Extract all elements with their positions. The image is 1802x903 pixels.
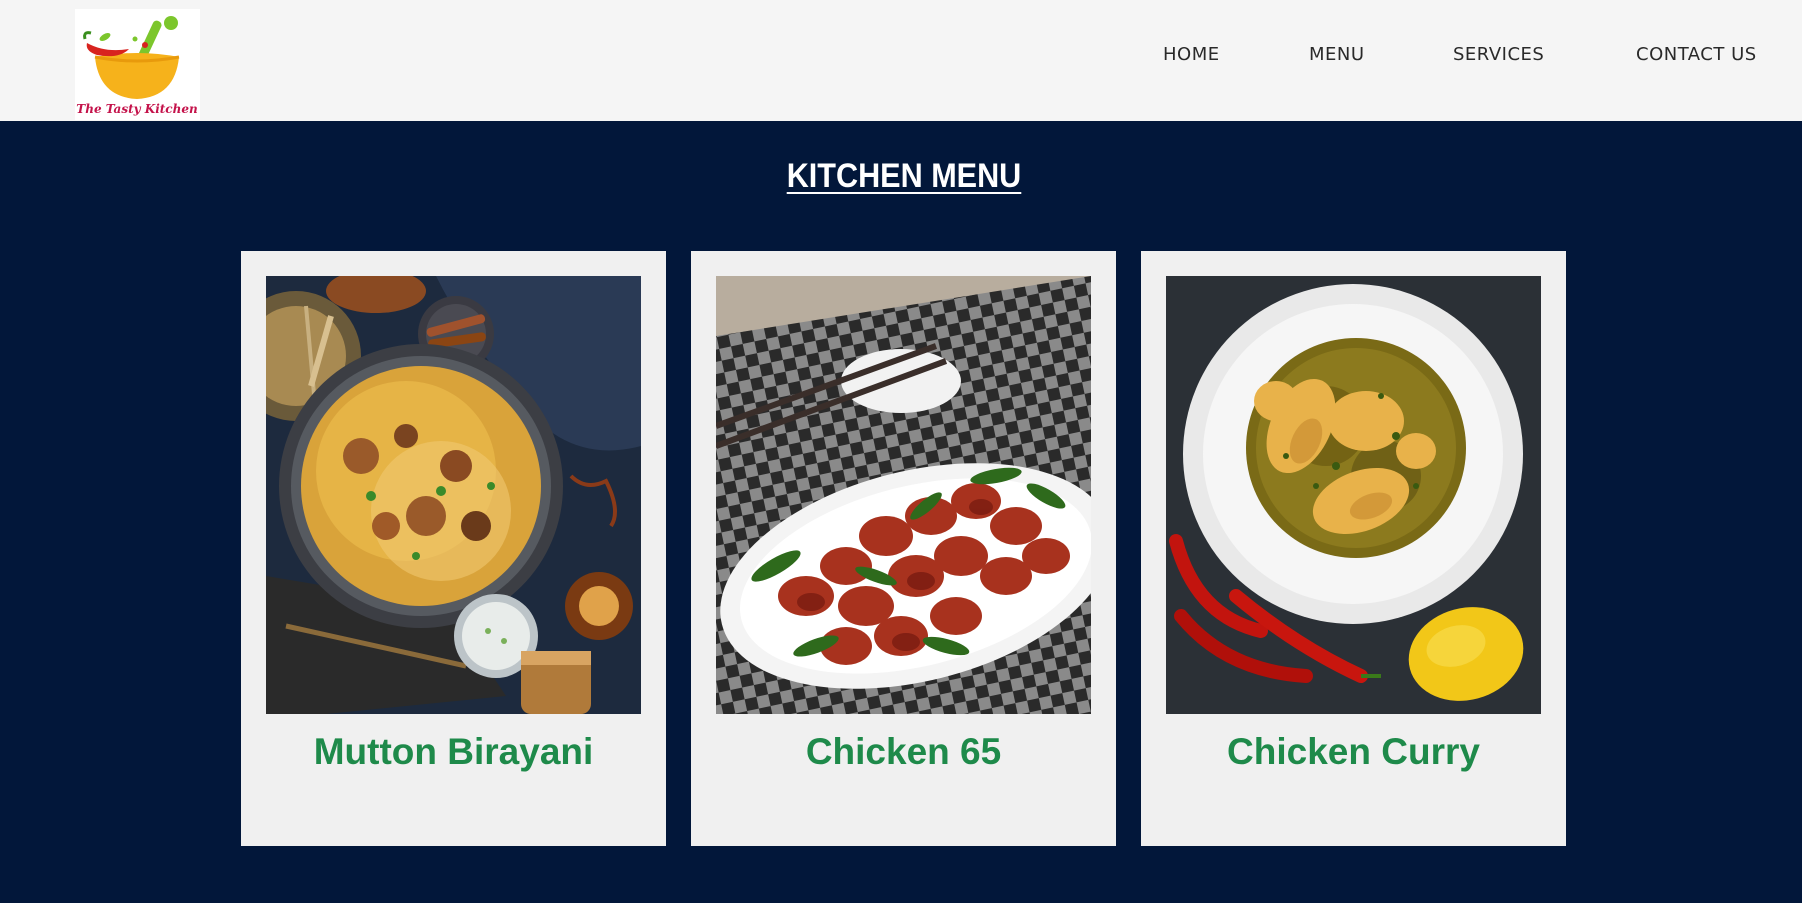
nav-services[interactable]: SERVICES xyxy=(1453,44,1544,65)
chicken-65-image xyxy=(716,276,1091,714)
logo-mortar-pestle-icon: The Tasty Kitchen xyxy=(76,16,198,116)
navbar: The Tasty Kitchen HOME MENU SERVICES CON… xyxy=(0,0,1802,121)
nav-home[interactable]: HOME xyxy=(1163,44,1220,65)
menu-section: KITCHEN MENU Mutton Birayani Chicken 65 … xyxy=(0,121,1802,903)
dish-name: Mutton Birayani xyxy=(313,731,594,772)
brand-logo[interactable]: The Tasty Kitchen xyxy=(75,9,200,120)
chicken-curry-image xyxy=(1166,276,1541,714)
mutton-biryani-image xyxy=(266,276,641,714)
logo-text: The Tasty Kitchen xyxy=(76,102,197,116)
menu-card-chicken-curry[interactable]: Chicken Curry xyxy=(1141,251,1566,846)
menu-card-chicken-65[interactable]: Chicken 65 xyxy=(691,251,1116,846)
page-title: KITCHEN MENU xyxy=(786,157,1022,195)
nav-menu[interactable]: MENU xyxy=(1309,44,1365,65)
dish-name: Chicken Curry xyxy=(1227,731,1480,772)
dish-name: Chicken 65 xyxy=(805,731,1002,772)
menu-card-mutton-biryani[interactable]: Mutton Birayani xyxy=(241,251,666,846)
nav-contact-us[interactable]: CONTACT US xyxy=(1636,44,1757,65)
